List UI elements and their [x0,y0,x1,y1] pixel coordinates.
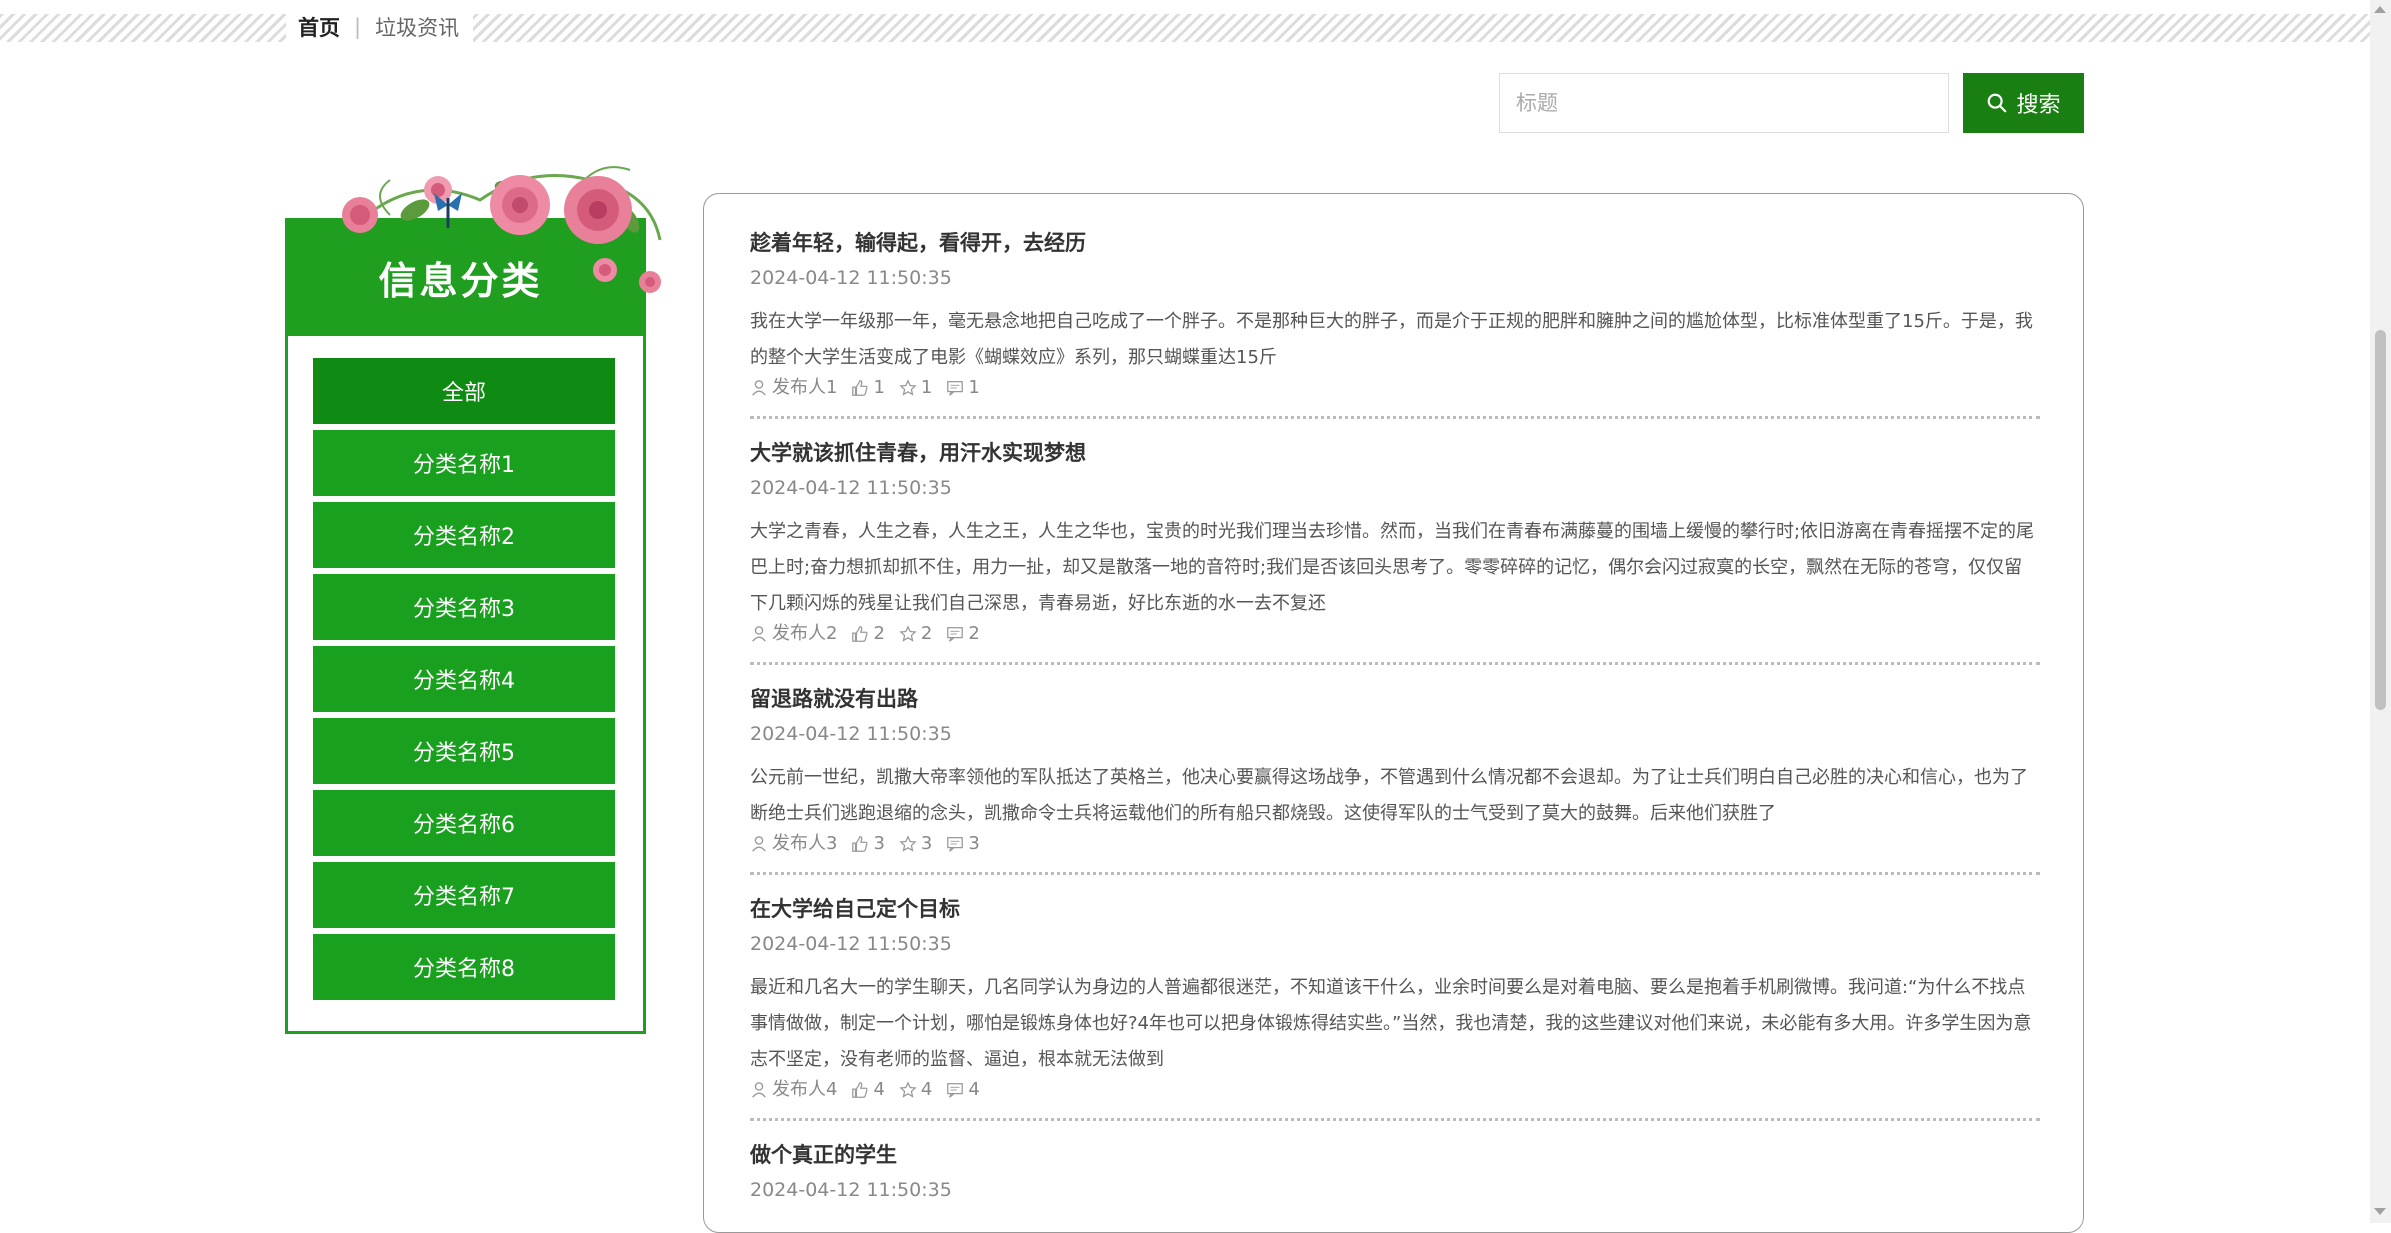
news-title[interactable]: 留退路就没有出路 [750,684,2040,714]
news-comments: 4 [968,1079,980,1100]
scroll-up-arrow-icon[interactable] [2374,6,2386,13]
comment-icon[interactable] [946,625,964,643]
news-divider [750,662,2040,665]
news-item[interactable]: 大学就该抓住青春，用汗水实现梦想 2024-04-12 11:50:35 大学之… [750,438,2040,646]
thumbs-up-icon[interactable] [851,835,869,853]
news-time: 2024-04-12 11:50:35 [750,1179,952,1201]
comment-icon[interactable] [946,1081,964,1099]
news-comments: 3 [968,833,980,854]
news-divider [750,1118,2040,1121]
news-summary: 大学之青春，人生之春，人生之王，人生之华也，宝贵的时光我们理当去珍惜。然而，当我… [750,521,2035,614]
news-favorites: 1 [920,377,933,398]
breadcrumb-home[interactable]: 首页 [298,12,340,42]
user-icon [752,1082,766,1098]
news-comments: 1 [968,377,980,398]
news-divider [750,416,2040,419]
news-likes: 3 [873,833,885,854]
scroll-down-arrow-icon[interactable] [2374,1208,2386,1215]
news-title[interactable]: 在大学给自己定个目标 [750,894,2040,924]
star-icon[interactable] [899,625,917,643]
rose-decoration-icon [342,166,662,293]
news-author: 发布人3 [772,833,838,854]
scrollbar-thumb[interactable] [2375,330,2386,710]
news-summary: 公元前一世纪，凯撒大帝率领他的军队抵达了英格兰，他决心要赢得这场战争，不管遇到什… [750,767,2028,824]
category-item[interactable]: 分类名称8 [313,934,615,1000]
news-likes: 4 [873,1079,885,1100]
news-favorites: 4 [920,1079,933,1100]
news-item[interactable]: 做个真正的学生 2024-04-12 11:50:35 [750,1140,2040,1204]
search-button-label: 搜索 [2016,93,2061,118]
news-time: 2024-04-12 11:50:35 [750,267,952,289]
thumbs-up-icon[interactable] [851,379,869,397]
news-meta: 发布人2 2 2 2 [750,622,2040,646]
news-summary: 我在大学一年级那一年，毫无悬念地把自己吃成了一个胖子。不是那种巨大的胖子，而是介… [750,311,2033,368]
news-title[interactable]: 做个真正的学生 [750,1140,2040,1170]
news-item[interactable]: 趁着年轻，输得起，看得开，去经历 2024-04-12 11:50:35 我在大… [750,228,2040,400]
news-likes: 1 [873,377,885,398]
breadcrumb: 首页 | 垃圾资讯 [286,10,474,44]
user-icon [752,380,766,396]
category-all[interactable]: 全部 [313,358,615,424]
star-icon[interactable] [899,1081,917,1099]
news-divider [750,872,2040,875]
thumbs-up-icon[interactable] [851,625,869,643]
news-item[interactable]: 留退路就没有出路 2024-04-12 11:50:35 公元前一世纪，凯撒大帝… [750,684,2040,856]
breadcrumb-separator: | [354,15,362,39]
star-icon[interactable] [899,835,917,853]
news-summary: 最近和几名大一的学生聊天，几名同学认为身边的人普遍都很迷茫，不知道该干什么，业余… [750,977,2032,1070]
category-item[interactable]: 分类名称6 [313,790,615,856]
news-list: 趁着年轻，输得起，看得开，去经历 2024-04-12 11:50:35 我在大… [703,193,2084,1233]
news-favorites: 3 [920,833,933,854]
news-time: 2024-04-12 11:50:35 [750,933,952,955]
comment-icon[interactable] [946,835,964,853]
search-icon [1988,93,2007,113]
category-list: 全部 分类名称1 分类名称2 分类名称3 分类名称4 分类名称5 分类名称6 分… [313,358,615,1006]
user-icon [752,836,766,852]
news-time: 2024-04-12 11:50:35 [750,477,952,499]
news-likes: 2 [873,623,885,644]
news-favorites: 2 [920,623,933,644]
news-item[interactable]: 在大学给自己定个目标 2024-04-12 11:50:35 最近和几名大一的学… [750,894,2040,1102]
search-button[interactable]: 搜索 [1963,73,2084,133]
thumbs-up-icon[interactable] [851,1081,869,1099]
news-meta: 发布人1 1 1 1 [750,376,2040,400]
category-item[interactable]: 分类名称4 [313,646,615,712]
category-item[interactable]: 分类名称1 [313,430,615,496]
news-meta: 发布人3 3 3 3 [750,832,2040,856]
news-title[interactable]: 大学就该抓住青春，用汗水实现梦想 [750,438,2040,468]
breadcrumb-current: 垃圾资讯 [375,16,460,40]
news-author: 发布人1 [772,377,838,398]
category-item[interactable]: 分类名称3 [313,574,615,640]
user-icon [752,626,766,642]
news-time: 2024-04-12 11:50:35 [750,723,952,745]
news-author: 发布人2 [772,623,838,644]
news-title[interactable]: 趁着年轻，输得起，看得开，去经历 [750,228,2040,258]
star-icon[interactable] [899,379,917,397]
category-item[interactable]: 分类名称2 [313,502,615,568]
search-input[interactable] [1499,73,1949,133]
news-author: 发布人4 [772,1079,838,1100]
news-meta: 发布人4 4 4 4 [750,1078,2040,1102]
category-item[interactable]: 分类名称5 [313,718,615,784]
comment-icon[interactable] [946,379,964,397]
category-item[interactable]: 分类名称7 [313,862,615,928]
news-comments: 2 [968,623,980,644]
